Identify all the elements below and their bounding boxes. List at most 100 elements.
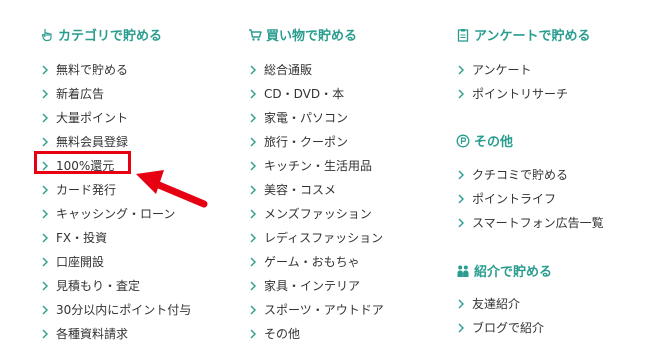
list-item-label[interactable]: 美容・コスメ — [264, 178, 336, 202]
list-item[interactable]: ゲーム・おもちゃ — [248, 250, 384, 274]
list-item[interactable]: 無料で貯める — [40, 58, 191, 82]
list-item[interactable]: 美容・コスメ — [248, 178, 384, 202]
list-item-label[interactable]: CD・DVD・本 — [264, 82, 344, 106]
list-item[interactable]: アンケート — [456, 58, 568, 82]
point-circle-icon — [456, 134, 470, 148]
list-item-label[interactable]: メンズファッション — [264, 202, 372, 226]
list-item-label[interactable]: 各種資料請求 — [56, 322, 128, 346]
list-item[interactable]: ポイントリサーチ — [456, 82, 568, 106]
heading-category-label: カテゴリで貯める — [58, 29, 163, 44]
heading-category: カテゴリで貯める — [40, 25, 162, 44]
list-item[interactable]: 家具・インテリア — [248, 274, 384, 298]
chevron-right-icon — [456, 298, 467, 310]
list-item[interactable]: メンズファッション — [248, 202, 384, 226]
list-item-label[interactable]: 友達紹介 — [472, 292, 520, 316]
list-item[interactable]: CD・DVD・本 — [248, 82, 384, 106]
chevron-right-icon — [248, 328, 259, 340]
survey-list: アンケート ポイントリサーチ — [456, 58, 568, 106]
shopping-list: 総合通販 CD・DVD・本 家電・パソコン 旅行・クーポン キッチン・生活用品 … — [248, 58, 384, 346]
highlight-box — [34, 151, 131, 174]
red-arrow-icon — [136, 170, 208, 208]
list-item-label[interactable]: 総合通販 — [264, 58, 312, 82]
chevron-right-icon — [456, 169, 467, 181]
heading-survey-label: アンケートで貯める — [474, 29, 591, 44]
list-item-label[interactable]: FX・投資 — [56, 226, 107, 250]
chevron-right-icon — [40, 280, 51, 292]
list-item-label[interactable]: 口座開設 — [56, 250, 104, 274]
list-item[interactable]: レディスファッション — [248, 226, 384, 250]
chevron-right-icon — [40, 208, 51, 220]
chevron-right-icon — [40, 328, 51, 340]
referral-list: 友達紹介 ブログで紹介 — [456, 292, 544, 340]
chevron-right-icon — [40, 136, 51, 148]
chevron-right-icon — [456, 88, 467, 100]
people-icon — [456, 264, 470, 278]
heading-referral-label: 紹介で貯める — [474, 265, 553, 280]
chevron-right-icon — [40, 304, 51, 316]
heading-shopping-label: 買い物で貯める — [266, 29, 358, 44]
list-item[interactable]: 口座開設 — [40, 250, 191, 274]
list-item[interactable]: その他 — [248, 322, 384, 346]
chevron-right-icon — [40, 232, 51, 244]
list-item-label[interactable]: ポイントリサーチ — [472, 82, 568, 106]
chevron-right-icon — [40, 64, 51, 76]
list-item-label[interactable]: クチコミで貯める — [472, 163, 568, 187]
hand-pointer-icon — [40, 28, 54, 42]
chevron-right-icon — [248, 208, 259, 220]
list-item[interactable]: キッチン・生活用品 — [248, 154, 384, 178]
list-item[interactable]: 見積もり・査定 — [40, 274, 191, 298]
list-item[interactable]: 家電・パソコン — [248, 106, 384, 130]
shopping-cart-icon — [248, 28, 262, 42]
list-item-label[interactable]: ポイントライフ — [472, 187, 556, 211]
chevron-right-icon — [40, 88, 51, 100]
list-item[interactable]: クチコミで貯める — [456, 163, 604, 187]
chevron-right-icon — [248, 232, 259, 244]
list-item-label[interactable]: ブログで紹介 — [472, 316, 544, 340]
list-item-label[interactable]: 見積もり・査定 — [56, 274, 140, 298]
list-item[interactable]: 総合通販 — [248, 58, 384, 82]
list-item-label[interactable]: スマートフォン広告一覧 — [472, 211, 604, 235]
heading-survey: アンケートで貯める — [456, 25, 590, 44]
chevron-right-icon — [40, 256, 51, 268]
list-item-label[interactable]: 家電・パソコン — [264, 106, 348, 130]
list-item-label[interactable]: 旅行・クーポン — [264, 130, 348, 154]
heading-referral: 紹介で貯める — [456, 261, 552, 280]
list-item-label[interactable]: 家具・インテリア — [264, 274, 360, 298]
list-item[interactable]: ポイントライフ — [456, 187, 604, 211]
list-item[interactable]: スマートフォン広告一覧 — [456, 211, 604, 235]
list-item-label[interactable]: スポーツ・アウトドア — [264, 298, 384, 322]
chevron-right-icon — [456, 217, 467, 229]
list-item[interactable]: 新着広告 — [40, 82, 191, 106]
list-item[interactable]: 旅行・クーポン — [248, 130, 384, 154]
list-item[interactable]: スポーツ・アウトドア — [248, 298, 384, 322]
list-item-label[interactable]: ゲーム・おもちゃ — [264, 250, 360, 274]
list-item[interactable]: 大量ポイント — [40, 106, 191, 130]
list-item-label[interactable]: その他 — [264, 322, 300, 346]
heading-other: その他 — [456, 131, 513, 150]
list-item-label[interactable]: アンケート — [472, 58, 532, 82]
list-item[interactable]: ブログで紹介 — [456, 316, 544, 340]
chevron-right-icon — [248, 64, 259, 76]
list-item[interactable]: FX・投資 — [40, 226, 191, 250]
list-item-label[interactable]: キッチン・生活用品 — [264, 154, 372, 178]
category-menu: カテゴリで貯める 無料で貯める 新着広告 大量ポイント 無料会員登録 100%還… — [0, 0, 652, 348]
chevron-right-icon — [456, 322, 467, 334]
list-item[interactable]: 30分以内にポイント付与 — [40, 298, 191, 322]
chevron-right-icon — [248, 256, 259, 268]
list-item[interactable]: 各種資料請求 — [40, 322, 191, 346]
list-item-label[interactable]: 30分以内にポイント付与 — [56, 298, 191, 322]
chevron-right-icon — [248, 160, 259, 172]
chevron-right-icon — [248, 136, 259, 148]
chevron-right-icon — [456, 193, 467, 205]
chevron-right-icon — [40, 184, 51, 196]
list-item-label[interactable]: レディスファッション — [264, 226, 383, 250]
list-item-label[interactable]: 大量ポイント — [56, 106, 128, 130]
chevron-right-icon — [456, 64, 467, 76]
chevron-right-icon — [248, 112, 259, 124]
other-list: クチコミで貯める ポイントライフ スマートフォン広告一覧 — [456, 163, 604, 235]
list-item[interactable]: 友達紹介 — [456, 292, 544, 316]
list-item-label[interactable]: カード発行 — [56, 178, 116, 202]
list-item-label[interactable]: 無料で貯める — [56, 58, 128, 82]
list-item-label[interactable]: 新着広告 — [56, 82, 104, 106]
chevron-right-icon — [248, 280, 259, 292]
